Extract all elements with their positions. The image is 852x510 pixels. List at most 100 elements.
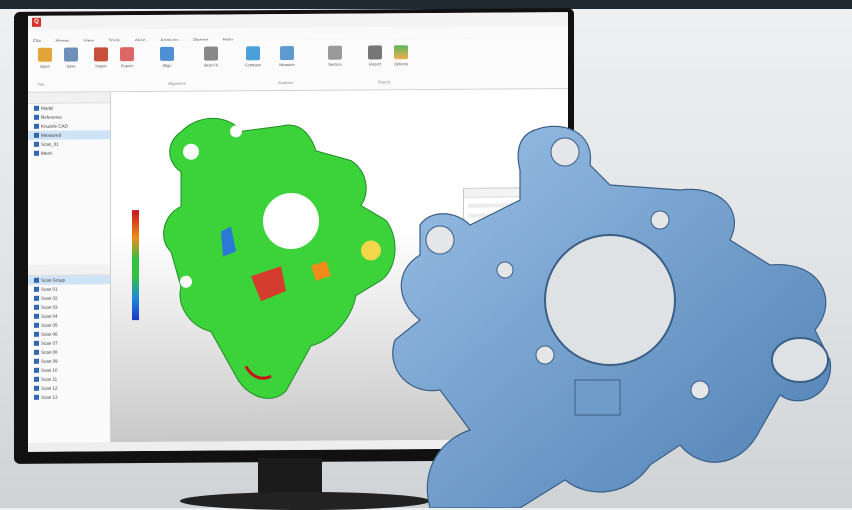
report-button[interactable]: Report: [364, 45, 386, 66]
best-fit-label: Best Fit: [204, 63, 218, 68]
import-label: Import: [95, 63, 106, 68]
options-icon: [394, 45, 408, 59]
tree-label: Scan 09: [41, 359, 58, 364]
group-alignment: Alignment: [168, 81, 186, 86]
report-label: Report: [369, 61, 381, 66]
part-icon: [34, 133, 39, 138]
import-icon: [94, 47, 108, 61]
align-label: Align: [163, 63, 172, 68]
top-band: [0, 0, 852, 9]
scan-icon: [34, 359, 39, 364]
open-label: Open: [40, 64, 50, 69]
tree-label: Scan 08: [41, 350, 58, 355]
dialog-field[interactable]: [468, 223, 538, 227]
compare-label: Compare: [245, 62, 261, 67]
ribbon: Open Save Import Export Align Best Fit: [28, 38, 568, 93]
tree-label: Scan 03: [41, 305, 58, 310]
dialog-header: [464, 188, 542, 198]
folder-icon: [34, 115, 39, 120]
import-button[interactable]: Import: [90, 47, 112, 68]
dialog-description: [468, 233, 538, 247]
model-icon: [34, 106, 39, 111]
measure-label: Measure: [279, 62, 295, 67]
left-panel: Model Reference Knuckle CAD Measured Sca…: [28, 92, 111, 443]
open-button[interactable]: Open: [34, 48, 56, 69]
model-tree: Model Reference Knuckle CAD Measured Sca…: [28, 103, 110, 158]
scan-tree: Scan Group Scan 01 Scan 02 Scan 03 Scan …: [28, 264, 110, 402]
report-icon: [368, 45, 382, 59]
scan-icon: [34, 386, 39, 391]
panel-toolbar: [28, 264, 110, 276]
scan-icon: [34, 323, 39, 328]
tree-label: Scan 12: [41, 386, 58, 391]
tree-item[interactable]: Mesh: [28, 148, 110, 158]
tree-label: Scan 13: [41, 395, 58, 400]
best-fit-button[interactable]: Best Fit: [200, 47, 222, 68]
dialog-field[interactable]: [468, 213, 538, 217]
mesh-icon: [34, 151, 39, 156]
scan-icon: [34, 332, 39, 337]
scan-icon: [34, 350, 39, 355]
tree-label: Scan 05: [41, 323, 58, 328]
tree-label: Scan 02: [41, 296, 58, 301]
section-button[interactable]: Section: [324, 46, 346, 67]
dialog-field[interactable]: [468, 203, 538, 207]
section-icon: [328, 46, 342, 60]
scan-icon: [34, 287, 39, 292]
folder-icon: [38, 48, 52, 62]
knuckle-colormap: [164, 117, 395, 399]
taskbar: [288, 445, 368, 451]
save-button[interactable]: Save: [60, 47, 82, 68]
dialog-apply-button[interactable]: [476, 253, 530, 262]
export-label: Export: [121, 63, 133, 68]
arm-bore: [772, 338, 828, 382]
compare-button[interactable]: Compare: [242, 46, 264, 67]
tree-label: Scan_01: [41, 142, 59, 147]
boss: [575, 380, 620, 415]
tree-label: Scan Group: [41, 278, 65, 283]
scan-icon: [34, 395, 39, 400]
screen: Q File Home View Tools Align Analysis Re…: [28, 12, 568, 452]
tree-label: Scan 04: [41, 314, 58, 319]
app-logo: Q: [32, 18, 41, 27]
3d-viewport[interactable]: [111, 89, 568, 442]
scan-icon: [34, 305, 39, 310]
options-dialog[interactable]: [463, 187, 543, 290]
scan-icon: [34, 296, 39, 301]
scan-icon: [34, 368, 39, 373]
tree-label: Measured: [41, 133, 61, 138]
deviation-color-scale: [132, 210, 139, 320]
bolt-hole: [691, 381, 709, 399]
part-icon: [34, 124, 39, 129]
align-button[interactable]: Align: [156, 47, 178, 68]
tree-label: Scan 01: [41, 287, 58, 292]
compare-icon: [246, 46, 260, 60]
monitor-base: [180, 492, 430, 510]
export-icon: [120, 47, 134, 61]
align-icon: [160, 47, 174, 61]
scan-icon: [34, 341, 39, 346]
bolt-hole: [651, 211, 669, 229]
scan-icon: [34, 377, 39, 382]
tree-label: Reference: [41, 115, 62, 120]
monitor: Q File Home View Tools Align Analysis Re…: [14, 8, 574, 464]
measure-button[interactable]: Measure: [276, 46, 298, 67]
save-label: Save: [66, 64, 75, 69]
scan-icon: [34, 314, 39, 319]
panel-toolbar: [28, 92, 110, 104]
group-icon: [34, 278, 39, 283]
section-label: Section: [328, 62, 341, 67]
group-report: Report: [378, 79, 390, 84]
best-fit-icon: [204, 47, 218, 61]
tree-label: Model: [41, 106, 53, 111]
options-button[interactable]: Options: [390, 45, 412, 66]
group-file: File: [38, 82, 44, 87]
group-analysis: Analysis: [278, 80, 293, 85]
tree-label: Scan 11: [41, 377, 57, 382]
options-label: Options: [394, 61, 408, 66]
tree-label: Scan 07: [41, 341, 58, 346]
export-button[interactable]: Export: [116, 47, 138, 68]
tree-item[interactable]: Scan 13: [28, 392, 110, 402]
tree-label: Mesh: [41, 151, 52, 156]
save-icon: [64, 48, 78, 62]
